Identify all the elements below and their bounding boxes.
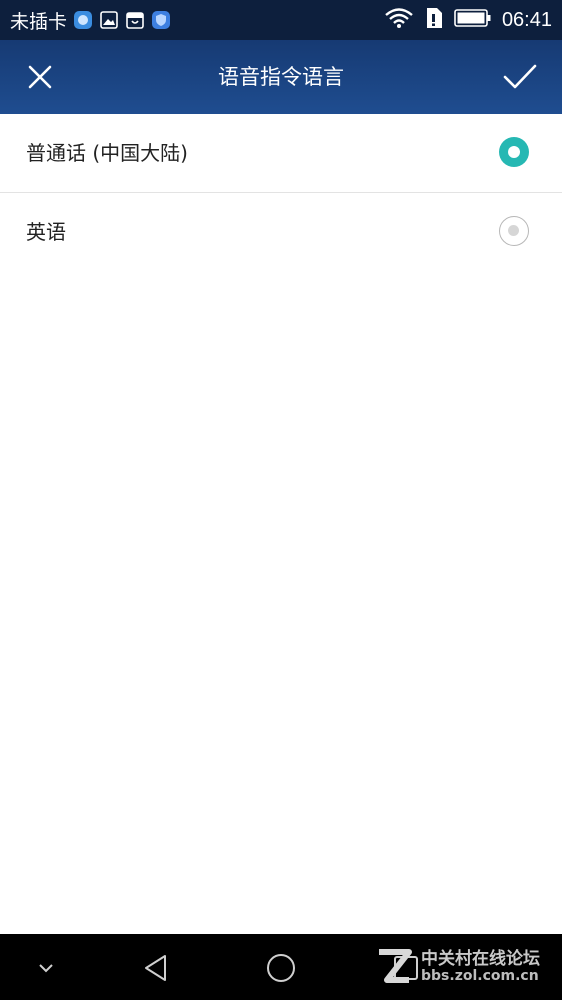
- carrier-label: 未插卡: [10, 10, 68, 33]
- app-bar: 语音指令语言: [0, 40, 562, 114]
- navigation-bar: 中关村在线论坛 bbs.zol.com.cn: [0, 934, 562, 1000]
- language-options-list: 普通话 (中国大陆) 英语: [0, 114, 562, 271]
- page-title: 语音指令语言: [218, 65, 344, 89]
- watermark-text: 中关村在线论坛 bbs.zol.com.cn: [421, 948, 540, 984]
- gallery-icon: [99, 10, 119, 30]
- option-mandarin[interactable]: 普通话 (中国大陆): [0, 114, 562, 193]
- radio-selected[interactable]: [499, 137, 529, 167]
- option-english[interactable]: 英语: [0, 193, 562, 271]
- nav-back-button[interactable]: [134, 946, 178, 990]
- radio-unselected[interactable]: [499, 216, 529, 246]
- clock: 06:41: [501, 8, 552, 31]
- nav-home-button[interactable]: [259, 946, 303, 990]
- store-icon: [125, 10, 145, 30]
- shield-icon: [151, 10, 171, 30]
- home-icon: [267, 954, 295, 982]
- battery-icon: [454, 8, 492, 32]
- watermark-url: bbs.zol.com.cn: [421, 967, 539, 984]
- app-icon: [73, 10, 93, 30]
- zol-logo: [379, 949, 412, 983]
- status-right: 06:41: [384, 0, 552, 40]
- nav-collapse-button[interactable]: [24, 946, 68, 990]
- wifi-icon: [384, 7, 414, 33]
- sim-icon: [424, 7, 444, 33]
- chevron-down-icon: [39, 964, 53, 973]
- check-icon: [503, 64, 537, 89]
- option-label: 普通话 (中国大陆): [26, 141, 188, 165]
- watermark-name: 中关村在线论坛: [421, 948, 540, 969]
- option-label: 英语: [26, 220, 66, 244]
- status-left: 未插卡: [10, 0, 171, 40]
- back-icon: [145, 955, 166, 981]
- watermark: 中关村在线论坛 bbs.zol.com.cn: [373, 934, 540, 1000]
- status-bar: 未插卡 06:41: [0, 0, 562, 40]
- confirm-button[interactable]: [496, 53, 544, 101]
